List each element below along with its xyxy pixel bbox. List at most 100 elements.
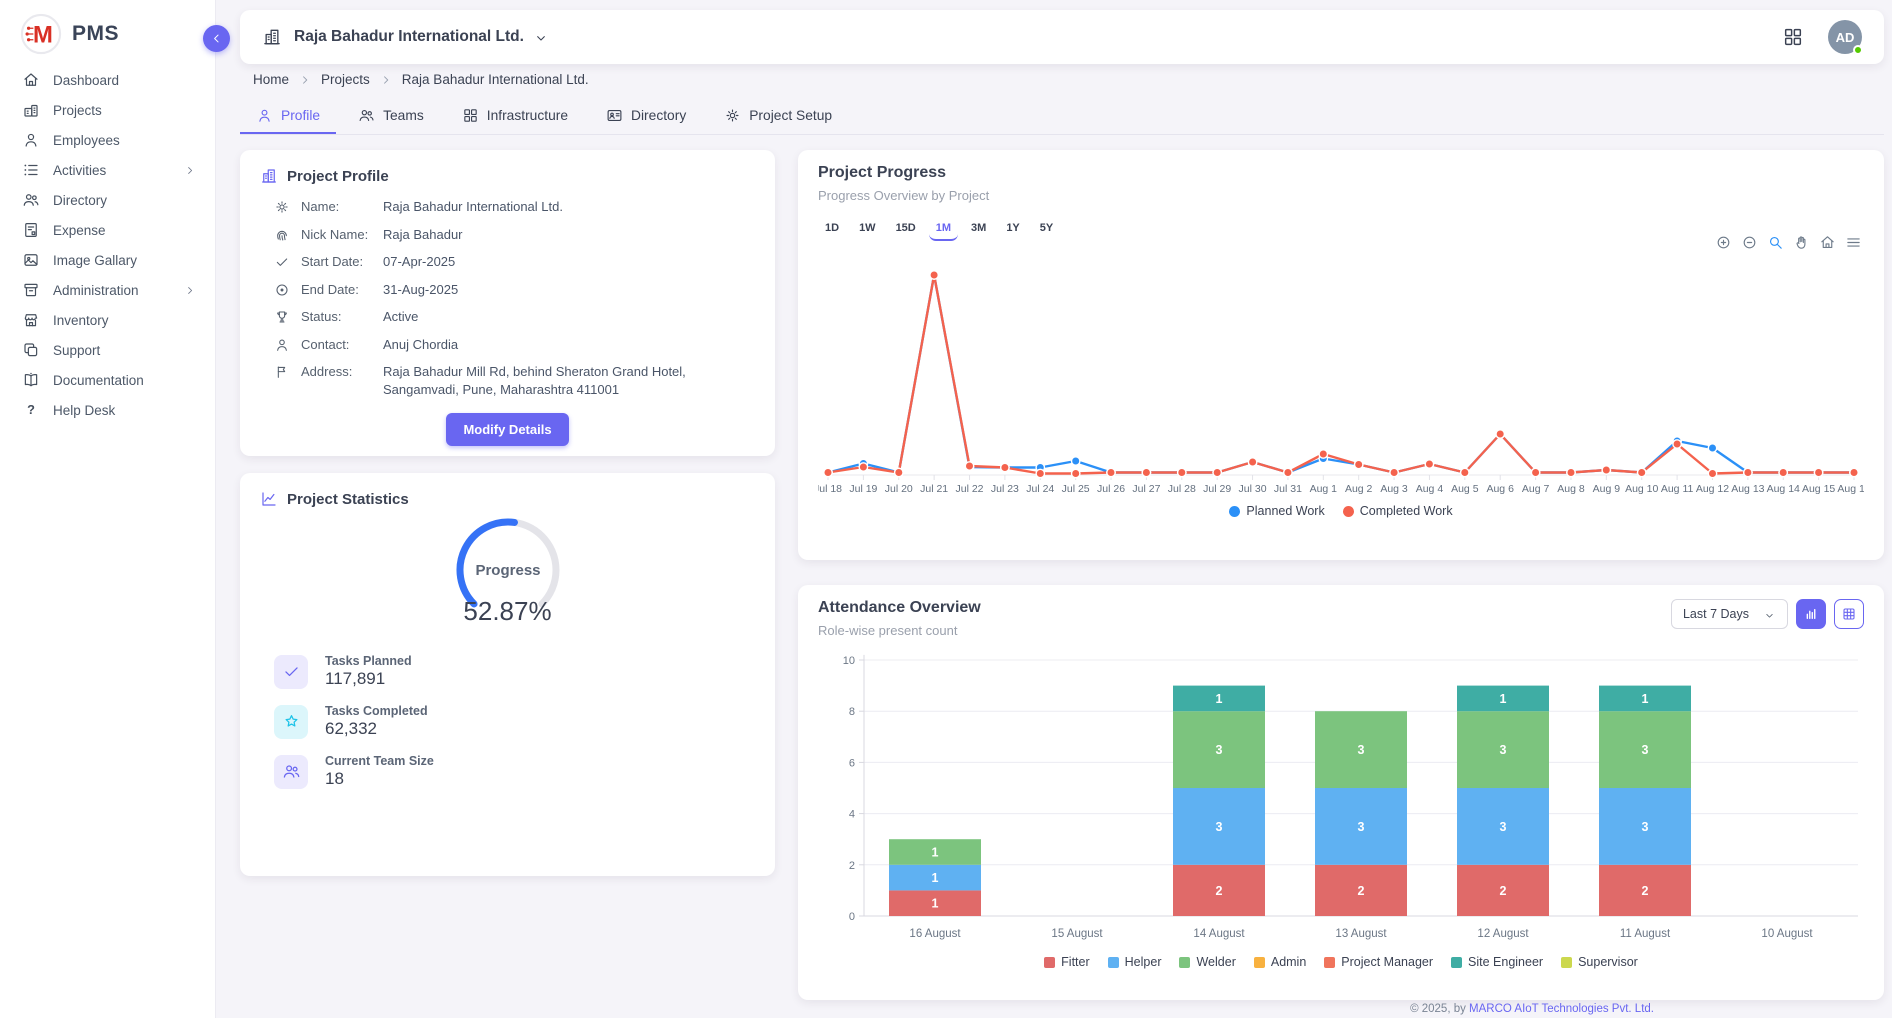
sidebar-item-documentation[interactable]: Documentation — [0, 365, 215, 395]
svg-text:1: 1 — [1642, 692, 1649, 706]
toolbar-home-button[interactable] — [1819, 234, 1836, 252]
header-bar: Raja Bahadur International Ltd. AD — [240, 10, 1884, 64]
footer-link[interactable]: MARCO AIoT Technologies Pvt. Ltd. — [1469, 1003, 1654, 1015]
statistics-card-icon — [260, 490, 278, 508]
breadcrumb-item-home[interactable]: Home — [253, 72, 289, 87]
modify-details-button[interactable]: Modify Details — [446, 413, 568, 446]
apps-grid-icon[interactable] — [1782, 26, 1804, 48]
attendance-range-select[interactable]: Last 7 Days — [1671, 599, 1788, 629]
legend-planned-work[interactable]: Planned Work — [1229, 504, 1324, 518]
svg-text:8: 8 — [849, 706, 855, 718]
sidebar-item-support[interactable]: Support — [0, 335, 215, 365]
svg-text:Jul 21: Jul 21 — [920, 483, 948, 495]
svg-text:6: 6 — [849, 757, 855, 769]
sidebar: M PMS DashboardProjects Employees Activiti… — [0, 0, 216, 1018]
legend-label: Helper — [1125, 955, 1162, 969]
svg-text:3: 3 — [1216, 820, 1223, 834]
tab-teams[interactable]: Teams — [342, 99, 440, 134]
sidebar-item-projects[interactable]: Projects — [0, 95, 215, 125]
time-range-selector: 1D 1W 15D 1M 3M 1Y 5Y — [818, 219, 1864, 241]
project-progress-card: Project Progress Progress Overview by Pr… — [798, 150, 1884, 560]
sidebar-item-employees[interactable]: Employees — [0, 125, 215, 155]
tab-infrastructure[interactable]: Infrastructure — [446, 99, 584, 134]
breadcrumb-item-raja-bahadur-international-ltd: Raja Bahadur International Ltd. — [402, 72, 589, 87]
legend-label: Admin — [1271, 955, 1306, 969]
stat-icon-box — [274, 755, 308, 789]
tab-profile[interactable]: Profile — [240, 99, 336, 134]
sidebar-item-label: Directory — [53, 193, 107, 208]
sidebar-item-activities[interactable]: Activities — [0, 155, 215, 185]
chevr-icon — [181, 164, 199, 177]
legend-marker — [1254, 957, 1265, 968]
range-button-1y[interactable]: 1Y — [999, 219, 1026, 241]
legend-admin[interactable]: Admin — [1254, 955, 1306, 969]
svg-text:Jul 23: Jul 23 — [991, 483, 1019, 495]
range-button-1w[interactable]: 1W — [852, 219, 883, 241]
legend-project-manager[interactable]: Project Manager — [1324, 955, 1433, 969]
profile-field-end-date: End Date:31-Aug-2025 — [260, 281, 755, 303]
sidebar-item-help-desk[interactable]: ?Help Desk — [0, 395, 215, 425]
svg-text:Aug 11: Aug 11 — [1661, 483, 1694, 495]
footer-text: © 2025, by — [1410, 1003, 1469, 1015]
svg-text:3: 3 — [1500, 743, 1507, 757]
sidebar-item-image-gallary[interactable]: Image Gallary — [0, 245, 215, 275]
app-logo[interactable]: M PMS — [0, 0, 215, 65]
range-button-1d[interactable]: 1D — [818, 219, 846, 241]
legend-helper[interactable]: Helper — [1108, 955, 1162, 969]
legend-completed-work[interactable]: Completed Work — [1343, 504, 1453, 518]
search-icon — [1767, 234, 1784, 251]
gear-icon — [274, 199, 290, 215]
profile-card-title: Project Profile — [287, 168, 389, 185]
profile-field-address: Address:Raja Bahadur Mill Rd, behind She… — [260, 363, 755, 399]
legend-marker — [1561, 957, 1572, 968]
range-button-3m[interactable]: 3M — [964, 219, 993, 241]
range-button-15d[interactable]: 15D — [889, 219, 923, 241]
sidebar-item-inventory[interactable]: Inventory — [0, 305, 215, 335]
company-building-icon — [262, 27, 282, 47]
building-icon — [22, 101, 40, 119]
svg-text:Jul 31: Jul 31 — [1274, 483, 1302, 495]
sidebar-item-label: Employees — [53, 133, 120, 148]
project-statistics-card: Project Statistics Progress 52.87% Tasks… — [240, 473, 775, 876]
legend-site-engineer[interactable]: Site Engineer — [1451, 955, 1543, 969]
legend-supervisor[interactable]: Supervisor — [1561, 955, 1638, 969]
tab-project-setup[interactable]: Project Setup — [708, 99, 848, 134]
svg-text:Aug 10: Aug 10 — [1625, 483, 1658, 495]
toolbar-zoom-out-button[interactable] — [1741, 234, 1758, 252]
star-icon — [282, 712, 301, 731]
tab-directory[interactable]: Directory — [590, 99, 702, 134]
list-icon — [22, 161, 40, 179]
apps-icon — [1782, 26, 1804, 48]
sidebar-item-expense[interactable]: Expense — [0, 215, 215, 245]
svg-text:16 August: 16 August — [909, 928, 961, 940]
tab-label: Profile — [281, 108, 320, 123]
breadcrumb-item-projects[interactable]: Projects — [321, 72, 370, 87]
toolbar-zoom-in-button[interactable] — [1715, 234, 1732, 252]
table-view-button[interactable] — [1834, 599, 1864, 629]
stat-icon-box — [274, 655, 308, 689]
sidebar-collapse-button[interactable] — [203, 25, 230, 52]
sidebar-item-directory[interactable]: Directory — [0, 185, 215, 215]
toolbar-selection-zoom-button[interactable] — [1767, 234, 1784, 252]
range-button-5y[interactable]: 5Y — [1033, 219, 1060, 241]
sidebar-item-administration[interactable]: Administration — [0, 275, 215, 305]
menu-icon — [1845, 234, 1862, 251]
legend-fitter[interactable]: Fitter — [1044, 955, 1089, 969]
stat-label: Tasks Planned — [325, 654, 412, 668]
range-button-1m[interactable]: 1M — [929, 219, 958, 241]
svg-text:15 August: 15 August — [1051, 928, 1103, 940]
svg-text:2: 2 — [1358, 884, 1365, 898]
legend-welder[interactable]: Welder — [1179, 955, 1235, 969]
chevron-down-icon[interactable] — [533, 29, 549, 45]
user-avatar[interactable]: AD — [1828, 20, 1862, 54]
toolbar-pan-button[interactable] — [1793, 234, 1810, 252]
company-name[interactable]: Raja Bahadur International Ltd. — [294, 28, 524, 46]
users-icon — [22, 191, 40, 209]
profile-field-label: End Date: — [301, 281, 383, 297]
profile-field-value: Raja Bahadur Mill Rd, behind Sheraton Gr… — [383, 363, 713, 399]
sidebar-item-dashboard[interactable]: Dashboard — [0, 65, 215, 95]
chart-view-button[interactable] — [1796, 599, 1826, 629]
profile-field-value: Raja Bahadur International Ltd. — [383, 198, 563, 216]
progress-gauge-value: 52.87% — [260, 596, 755, 627]
toolbar-menu-button[interactable] — [1845, 234, 1862, 252]
